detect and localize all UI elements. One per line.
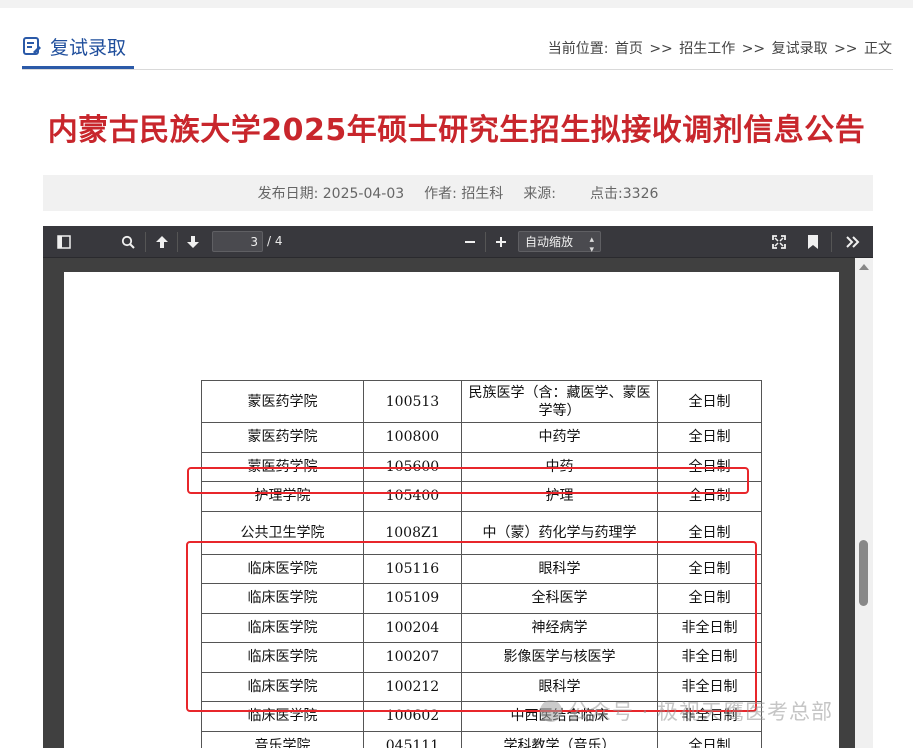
college-cell: 蒙医药学院: [201, 422, 364, 453]
zoom-select-value: 自动缩放: [525, 235, 574, 249]
table-row: 音乐学院 045111 学科教学（音乐） 全日制: [201, 730, 762, 748]
table-row: 蒙医药学院 100800 中药学 全日制: [201, 422, 762, 453]
college-cell: 音乐学院: [201, 730, 364, 748]
toolbar-separator: [485, 232, 486, 252]
author: 作者: 招生科: [424, 183, 503, 203]
clicks-label: 点击:: [590, 186, 623, 202]
page-total: / 4: [267, 234, 283, 248]
major-code-cell: 045111: [363, 730, 462, 748]
publish-date: 发布日期: 2025-04-03: [258, 183, 405, 203]
watermark: 公众号 · 极视天鹰医考总部: [540, 696, 833, 726]
minus-icon[interactable]: [459, 226, 481, 258]
major-code-cell: 100800: [363, 422, 462, 453]
bookmark-icon[interactable]: [802, 226, 824, 258]
breadcrumb-item-admissions[interactable]: 招生工作: [679, 41, 735, 57]
study-mode-cell: 全日制: [657, 730, 762, 748]
breadcrumb-item-current: 正文: [864, 41, 892, 57]
breadcrumb-separator: >>: [649, 41, 673, 57]
breadcrumb-prefix: 当前位置:: [547, 41, 609, 57]
fullscreen-icon[interactable]: [768, 226, 790, 258]
breadcrumb-separator: >>: [834, 41, 858, 57]
major-code-cell: 100513: [363, 380, 462, 423]
clicks: 点击:3326: [590, 183, 658, 203]
clicks-value: 3326: [622, 186, 659, 202]
arrow-up-icon[interactable]: [151, 226, 173, 258]
section-title: 复试录取: [22, 26, 135, 69]
document-edit-icon: [23, 37, 41, 55]
arrow-down-icon[interactable]: [182, 226, 204, 258]
pdf-toolbar: / 4 自动缩放 ▴▾: [43, 226, 873, 258]
article-meta: 发布日期: 2025-04-03 作者: 招生科 来源: 点击:3326: [43, 175, 873, 211]
search-icon[interactable]: [117, 226, 139, 258]
toolbar-separator: [831, 232, 832, 252]
page-number-input[interactable]: [212, 231, 263, 252]
college-cell: 蒙医药学院: [201, 380, 364, 423]
study-mode-cell: 全日制: [657, 380, 762, 423]
scrollbar-thumb[interactable]: [859, 540, 868, 606]
wechat-logo-icon: [540, 700, 562, 722]
highlight-box-clinical: [186, 541, 757, 712]
publish-date-value: 2025-04-03: [322, 186, 405, 202]
breadcrumb-item-retest[interactable]: 复试录取: [772, 41, 828, 57]
study-mode-cell: 全日制: [657, 422, 762, 453]
source-label: 来源:: [523, 186, 557, 202]
section-title-label: 复试录取: [50, 36, 127, 59]
breadcrumb: 当前位置: 首页 >> 招生工作 >> 复试录取 >> 正文: [547, 38, 893, 58]
table-row: 蒙医药学院 100513 民族医学（含：藏医学、蒙医学等） 全日制: [201, 380, 762, 423]
publish-date-label: 发布日期:: [257, 186, 319, 202]
major-name-cell: 民族医学（含：藏医学、蒙医学等）: [461, 380, 658, 423]
plus-icon[interactable]: [490, 226, 512, 258]
highlight-box-nursing: [187, 467, 749, 494]
double-chevron-right-icon[interactable]: [842, 226, 864, 258]
zoom-select[interactable]: 自动缩放 ▴ ▾: [518, 231, 601, 255]
toolbar-separator: [145, 232, 146, 252]
author-value: 招生科: [461, 186, 504, 202]
chevron-updown-icon: ▴ ▾: [589, 235, 594, 255]
article-title: 内蒙古民族大学2025年硕士研究生招生拟接收调剂信息公告: [47, 113, 866, 148]
scroll-up-icon[interactable]: [859, 264, 869, 270]
sidebar-toggle-icon[interactable]: [53, 226, 75, 258]
major-name-cell: 学科教学（音乐）: [461, 730, 658, 748]
major-name-cell: 中药学: [461, 422, 658, 453]
toolbar-separator: [177, 232, 178, 252]
watermark-text: 公众号 · 极视天鹰医考总部: [568, 700, 834, 724]
source: 来源:: [523, 183, 556, 203]
author-label: 作者:: [424, 186, 457, 202]
breadcrumb-separator: >>: [741, 41, 766, 57]
section-header: 复试录取 当前位置: 首页 >> 招生工作 >> 复试录取 >> 正文: [22, 26, 893, 70]
scrollbar[interactable]: [855, 258, 873, 748]
breadcrumb-item-home[interactable]: 首页: [615, 41, 643, 57]
